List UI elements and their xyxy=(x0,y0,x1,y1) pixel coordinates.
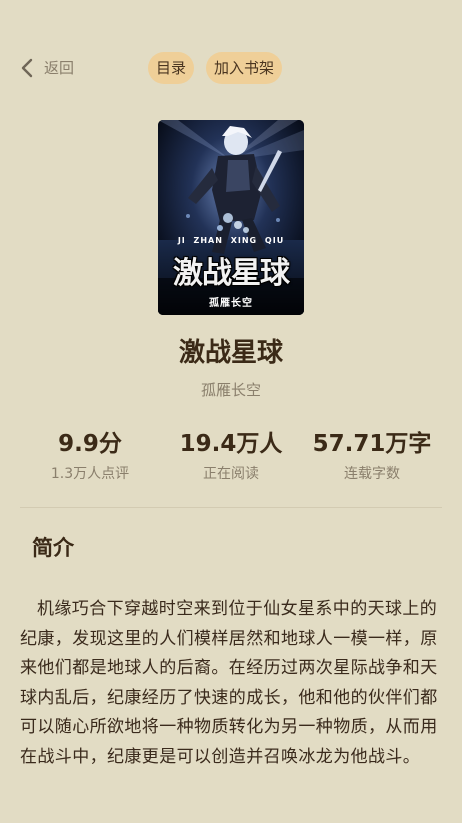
stat-label: 1.3万人点评 xyxy=(50,466,130,482)
stat-value: 57.71万字 xyxy=(312,431,432,457)
stat-value: 9.9分 xyxy=(58,431,122,457)
book-cover[interactable]: JI ZHAN XING QIU 激战星球 孤雁长空 xyxy=(158,120,304,315)
book-title: 激战星球 xyxy=(178,338,283,368)
add-to-bookshelf-button[interactable]: 加入书架 xyxy=(206,52,283,84)
cover-pinyin-text: JI ZHAN XING QIU xyxy=(177,236,285,245)
stat-value: 19.4万人 xyxy=(179,431,283,457)
intro-heading: 简介 xyxy=(32,536,74,560)
stat-rating: 9.9分 1.3万人点评 xyxy=(15,428,165,483)
stat-label: 连载字数 xyxy=(344,466,400,482)
section-divider xyxy=(20,507,442,508)
back-button[interactable]: 返回 xyxy=(20,57,74,78)
book-author[interactable]: 孤雁长空 xyxy=(0,379,462,400)
cover-title-art: 激战星球 xyxy=(173,256,290,291)
stat-readers: 19.4万人 正在阅读 xyxy=(156,428,306,483)
cover-author-art: 孤雁长空 xyxy=(209,298,253,309)
stat-label: 正在阅读 xyxy=(203,466,259,482)
top-bar: 返回 目录 加入书架 xyxy=(0,0,462,136)
chevron-left-icon xyxy=(20,58,34,78)
intro-text: 机缘巧合下穿越时空来到位于仙女星系中的天球上的纪康，发现这里的人们模样居然和地球… xyxy=(20,599,438,767)
catalog-button[interactable]: 目录 xyxy=(148,52,195,84)
back-label: 返回 xyxy=(44,59,75,77)
book-stats: 9.9分 1.3万人点评 19.4万人 正在阅读 57.71万字 连载字数 xyxy=(0,428,462,488)
stat-word-count: 57.71万字 连载字数 xyxy=(297,428,447,483)
